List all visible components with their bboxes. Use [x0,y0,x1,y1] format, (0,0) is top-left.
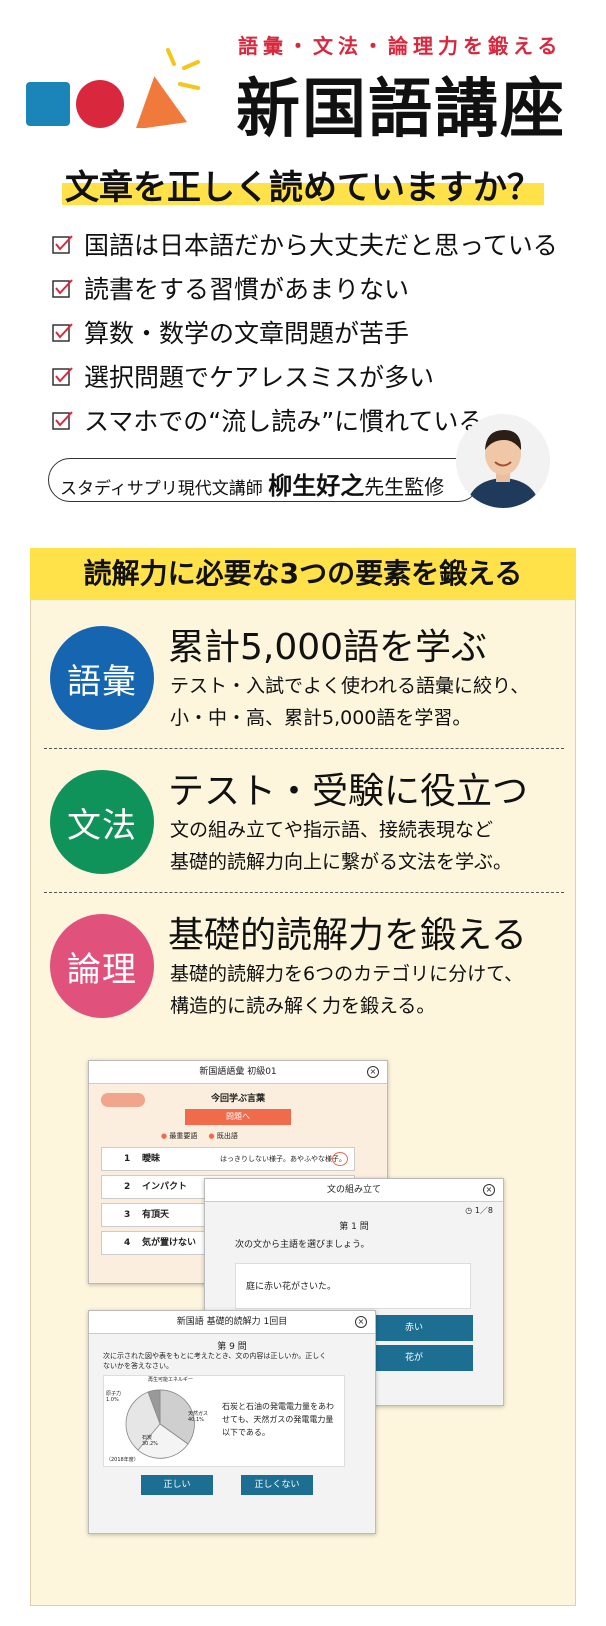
feature-description: テスト・入試でよく使われる語彙に絞り、 小・中・高、累計5,000語を学習。 [170,670,529,734]
feature-title: テスト・受験に役立つ [168,771,529,812]
checkbox-icon [52,411,73,430]
checkbox-icon [52,279,73,298]
pie-label: 天然ガス 40.1% [188,1411,209,1423]
legend: ● 最重要語 ● 既出語 [161,1131,238,1141]
progress-counter: ◷ 1／8 [465,1206,493,1215]
teacher-avatar [456,414,550,508]
pie-label: 原子力 1.0% [106,1391,122,1403]
logic-badge: 論理 [50,914,154,1018]
checklist: 国語は日本語だから大丈夫だと思っている 読書をする習慣があまりない 算数・数学の… [52,222,592,442]
supervisor-name: 柳生好之 [268,472,365,500]
supervisor-role: スタディサプリ現代文講師 [60,479,263,499]
question-prompt: 次の文から主語を選びましょう。 [235,1240,370,1250]
checklist-text: 選択問題でケアレスミスが多い [84,363,435,392]
checklist-item: 選択問題でケアレスミスが多い [52,354,592,398]
checklist-item: 国語は日本語だから大丈夫だと思っている [52,222,592,266]
person-portrait-icon [456,414,550,508]
legend-dot-icon: ● [208,1132,215,1140]
close-icon[interactable]: × [355,1316,367,1328]
feature-description: 文の組み立てや指示語、接続表現など 基礎的読解力向上に繋がる文法を学ぶ。 [170,814,512,878]
pie-label: 石炭 30.2% [142,1435,158,1447]
grammar-badge: 文法 [50,770,154,874]
header: 語彙・文法・論理力を鍛える 新国語講座 [0,0,606,150]
checklist-text: 算数・数学の文章問題が苦手 [84,319,410,348]
legend-a: 最重要語 [169,1132,198,1140]
statement-text: 石炭と石油の発電電力量をあわせても、天然ガスの発電電力量以下である。 [222,1402,334,1437]
logic-screen: 新国語 基礎的読解力 1回目 × 第 9 問 次に示された図や表をもとに考えたと… [88,1310,376,1534]
question-prompt: 次に示された図や表をもとに考えたとき、文の内容は正しいか。正しく ないかを答えな… [103,1352,327,1370]
description-line: テスト・入試でよく使われる語彙に絞り、 [170,675,530,697]
supervisor-credit: スタディサプリ現代文講師 柳生好之先生監修 [60,466,444,501]
window-title: 新国語 基礎的読解力 1回目 [176,1317,288,1327]
supervisor-suffix: 先生監修 [364,475,445,499]
window-titlebar: 文の組み立て × [205,1179,503,1202]
speech-bubble-icon[interactable] [332,1152,348,1166]
checkbox-icon [52,323,73,342]
dashed-divider [44,892,564,893]
description-line: 小・中・高、累計5,000語を学習。 [170,707,472,729]
tagline: 語彙・文法・論理力を鍛える [238,34,563,58]
panel-title: 読解力に必要な3つの要素を鍛える [83,557,523,590]
legend-b: 既出語 [216,1132,238,1140]
description-line: 文の組み立てや指示語、接続表現など [170,819,494,841]
question-heading: 文章を正しく読めていますか？ [65,168,541,208]
figure-box: 再生可能エネルギー 原子力 1.0% 天然ガス 40.1% 石炭 30.2% （… [103,1375,345,1467]
feature-title: 基礎的読解力を鍛える [168,915,527,956]
sentence-box: 庭に赤い花がさいた。 [235,1263,471,1309]
true-button[interactable]: 正しい [141,1475,213,1495]
description-line: 構造的に読み解く力を鍛える。 [170,995,436,1017]
checklist-item: 算数・数学の文章問題が苦手 [52,310,592,354]
brand-title: 新国語講座 [236,72,566,147]
description-line: 基礎的読解力を6つのカテゴリに分けて、 [170,963,524,985]
clock-icon: ◷ [465,1206,473,1215]
window-titlebar: 新国語 基礎的読解力 1回目 × [89,1311,375,1334]
vocab-heading: 今回学ぶ言葉 [210,1094,265,1104]
window-title: 新国語語彙 初級01 [199,1067,277,1077]
vocabulary-badge: 語彙 [50,626,154,730]
legend-dot-icon: ● [161,1132,168,1140]
close-icon[interactable]: × [367,1066,379,1078]
checklist-text: 国語は日本語だから大丈夫だと思っている [84,231,558,260]
question-number: 第 1 問 [339,1222,369,1232]
close-icon[interactable]: × [483,1184,495,1196]
pie-note: （2018年度） [106,1457,139,1463]
feature-title: 累計5,000語を学ぶ [168,627,488,668]
blue-square-logo-shape [26,82,70,126]
checkbox-icon [52,235,73,254]
red-circle-logo-shape [76,80,124,128]
spark-lines-icon [166,48,200,90]
window-title: 文の組み立て [326,1185,381,1195]
vocab-row[interactable]: 1 曖昧 はっきりしない様子。あやふやな様子。 [101,1147,355,1171]
false-button[interactable]: 正しくない [241,1475,313,1495]
pie-caption: 再生可能エネルギー [148,1377,194,1383]
checklist-item: 読書をする習慣があまりない [52,266,592,310]
checkbox-icon [52,367,73,386]
dashed-divider [44,748,564,749]
checklist-text: スマホでの“流し読み”に慣れている [84,407,484,436]
to-questions-button[interactable]: 問題へ [185,1109,291,1125]
checklist-text: 読書をする習慣があまりない [84,275,410,304]
window-titlebar: 新国語語彙 初級01 × [89,1061,387,1084]
feature-description: 基礎的読解力を6つのカテゴリに分けて、 構造的に読み解く力を鍛える。 [170,958,523,1022]
description-line: 基礎的読解力向上に繋がる文法を学ぶ。 [170,851,513,873]
